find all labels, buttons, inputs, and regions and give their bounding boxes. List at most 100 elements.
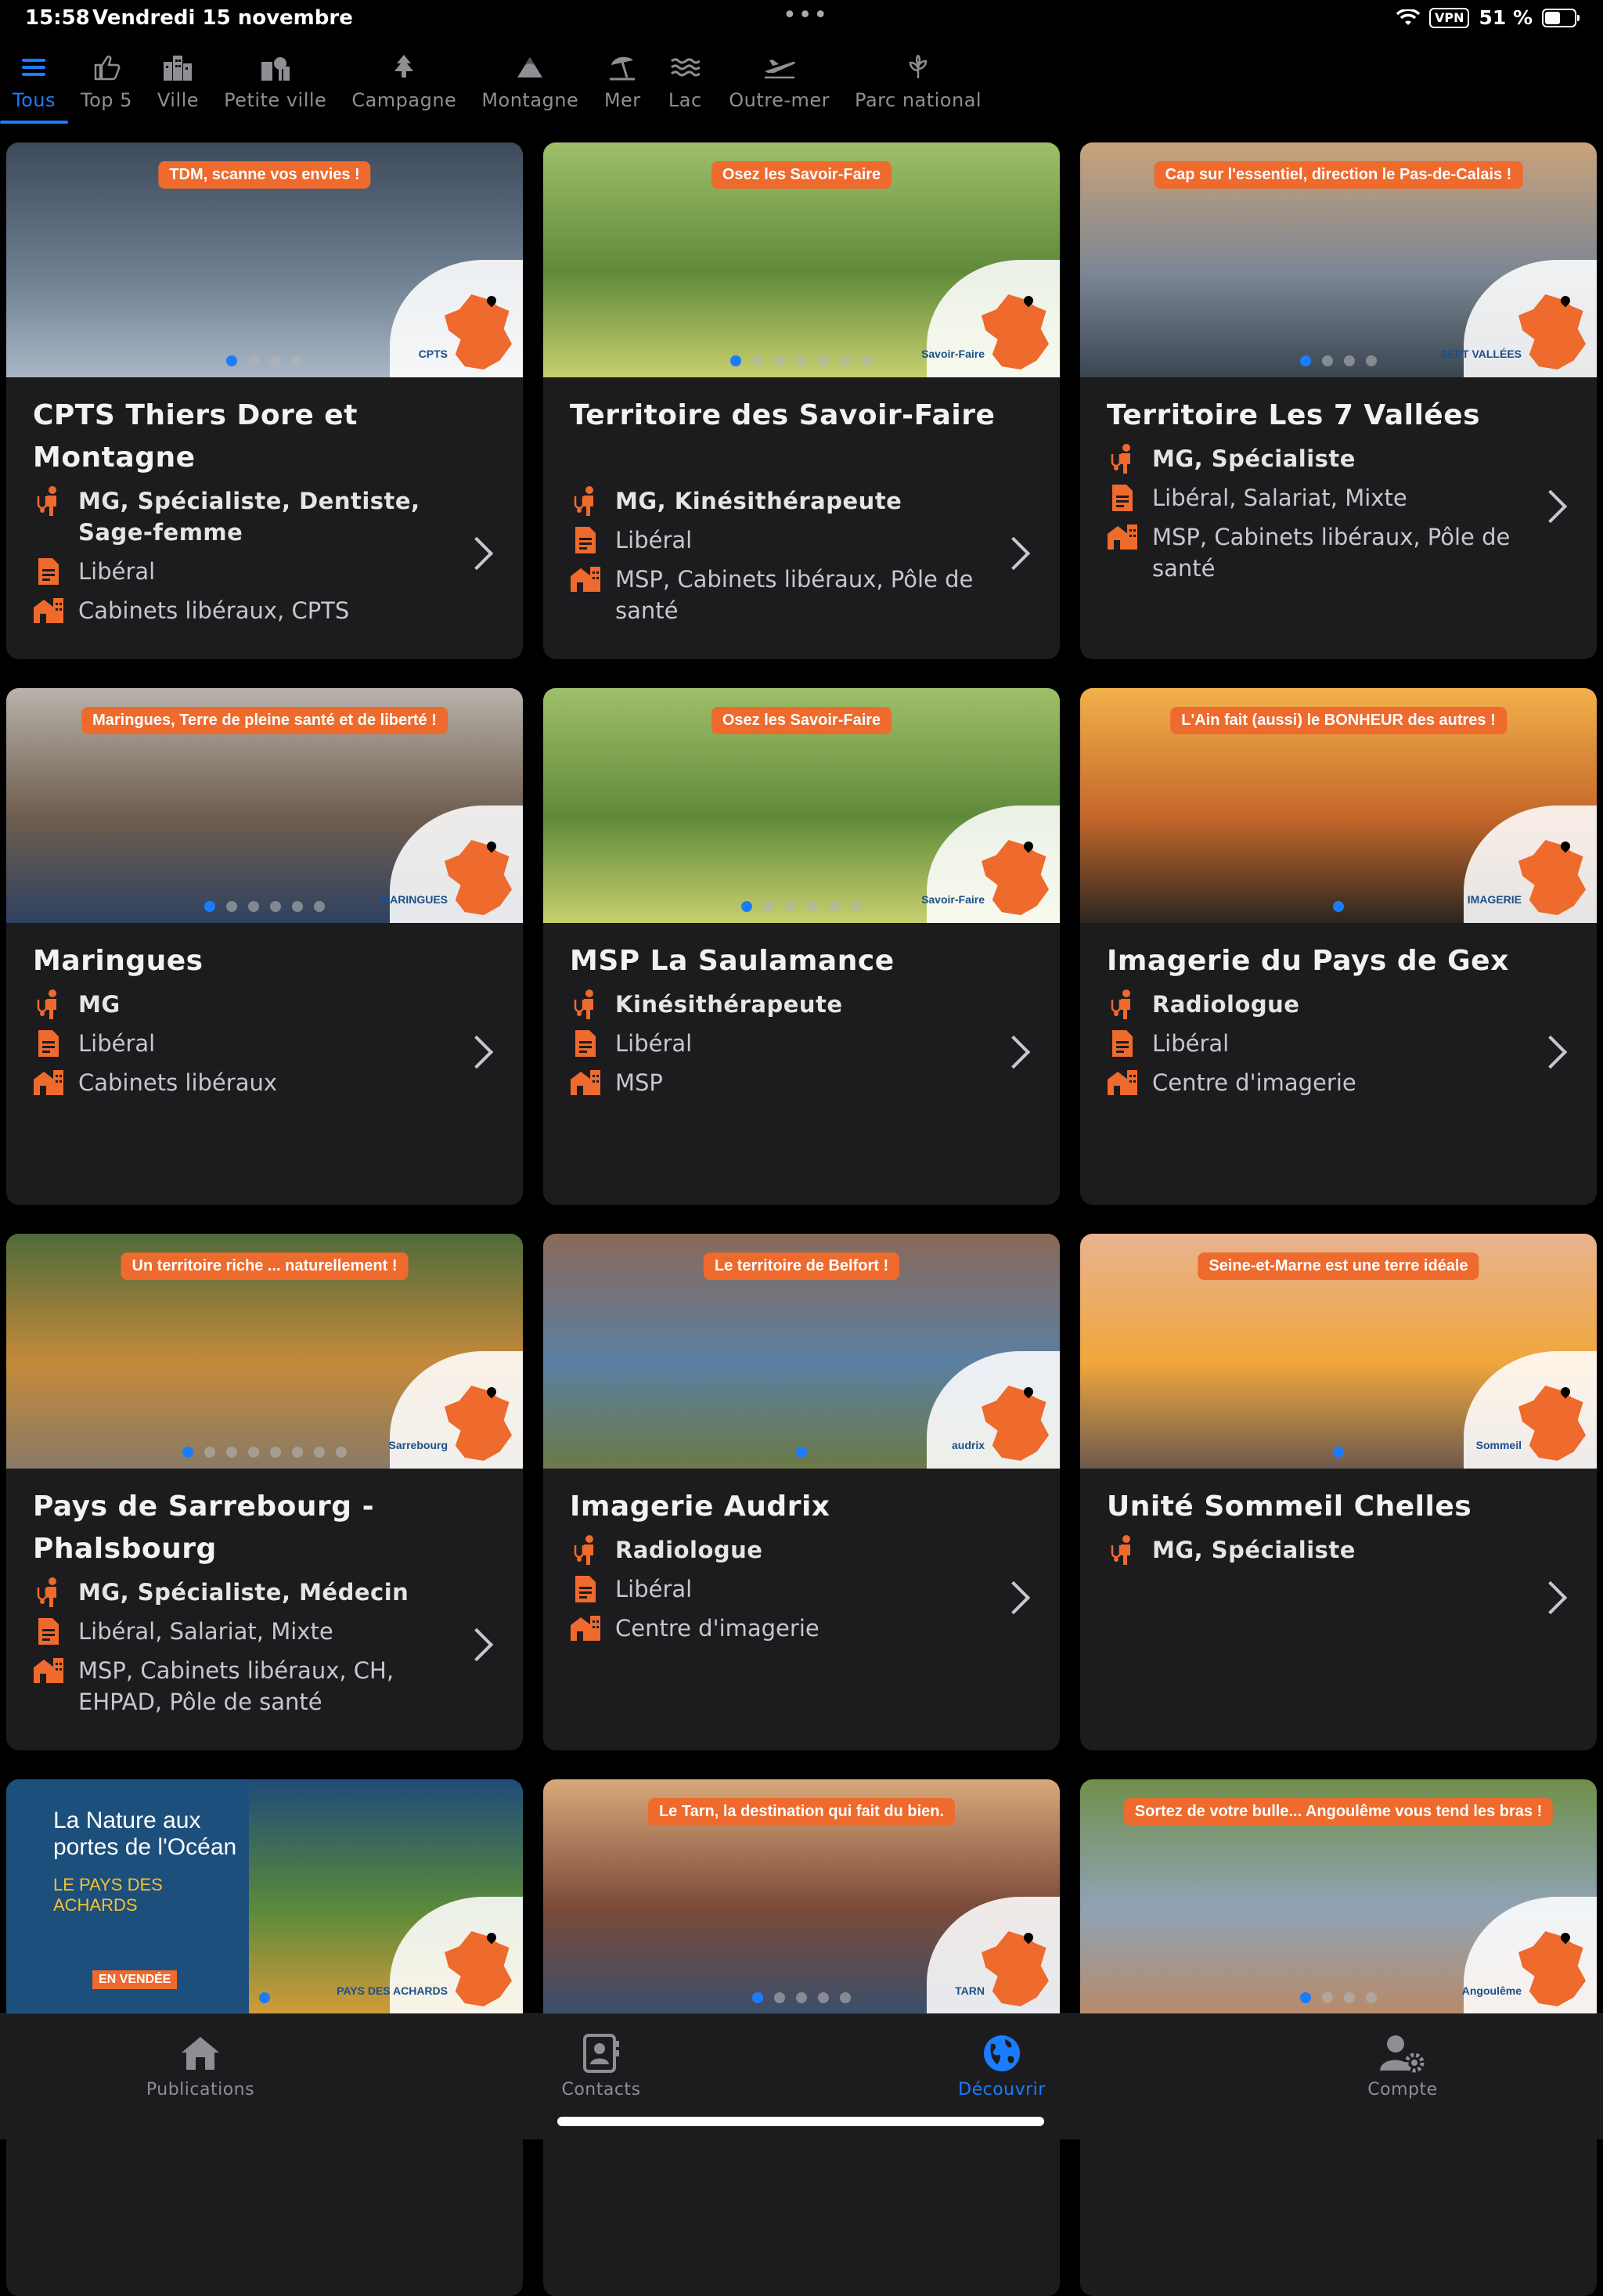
pager-dot[interactable] bbox=[1366, 1992, 1377, 2003]
pager-dot[interactable] bbox=[226, 355, 237, 366]
pager-dot[interactable] bbox=[796, 355, 807, 366]
chevron-right-icon[interactable] bbox=[996, 1581, 1031, 1615]
chevron-right-icon[interactable] bbox=[459, 536, 494, 571]
pager-dot[interactable] bbox=[785, 901, 796, 912]
pager-dot[interactable] bbox=[270, 901, 281, 912]
pager-dot[interactable] bbox=[1300, 355, 1311, 366]
carousel-pager[interactable] bbox=[543, 901, 1060, 912]
pager-dot[interactable] bbox=[730, 355, 741, 366]
pager-dot[interactable] bbox=[204, 901, 215, 912]
carousel-pager[interactable] bbox=[6, 1992, 523, 2003]
home-indicator[interactable] bbox=[557, 2117, 1044, 2126]
pager-dot[interactable] bbox=[818, 355, 829, 366]
carousel-pager[interactable] bbox=[1080, 901, 1597, 912]
territory-card[interactable]: TDM, scanne vos envies ! CPTS CPTS Thiers … bbox=[6, 142, 523, 659]
tabbar-contacts[interactable]: Contacts bbox=[499, 2030, 703, 2100]
card-image[interactable]: Le territoire de Belfort ! audrix bbox=[543, 1234, 1060, 1469]
card-image[interactable]: Osez les Savoir-Faire Savoir-Faire bbox=[543, 688, 1060, 923]
pager-dot[interactable] bbox=[818, 1992, 829, 2003]
tab-parc-national[interactable]: Parc national bbox=[842, 44, 994, 124]
card-image[interactable]: Un territoire riche ... naturellement ! S… bbox=[6, 1234, 523, 1469]
chevron-right-icon[interactable] bbox=[996, 536, 1031, 571]
territory-card[interactable]: Un territoire riche ... naturellement ! S… bbox=[6, 1234, 523, 1750]
card-image[interactable]: Seine-et-Marne est une terre idéale Somme… bbox=[1080, 1234, 1597, 1469]
multitasking-dots-icon[interactable]: ••• bbox=[783, 2, 829, 29]
tab-petite-ville[interactable]: Petite ville bbox=[211, 44, 339, 124]
pager-dot[interactable] bbox=[1344, 1992, 1355, 2003]
pager-dot[interactable] bbox=[314, 901, 325, 912]
pager-dot[interactable] bbox=[336, 1447, 347, 1458]
pager-dot[interactable] bbox=[226, 901, 237, 912]
carousel-pager[interactable] bbox=[6, 355, 523, 366]
card-image[interactable]: Sortez de votre bulle... Angoulême vous … bbox=[1080, 1779, 1597, 2014]
pager-dot[interactable] bbox=[840, 1992, 851, 2003]
carousel-pager[interactable] bbox=[543, 1447, 1060, 1458]
pager-dot[interactable] bbox=[182, 1447, 193, 1458]
tabbar-decouvrir[interactable]: Découvrir bbox=[900, 2030, 1104, 2100]
pager-dot[interactable] bbox=[292, 1447, 303, 1458]
tab-tous[interactable]: Tous bbox=[0, 44, 68, 124]
chevron-right-icon[interactable] bbox=[459, 1627, 494, 1662]
chevron-right-icon[interactable] bbox=[459, 1035, 494, 1069]
carousel-pager[interactable] bbox=[1080, 1992, 1597, 2003]
pager-dot[interactable] bbox=[862, 355, 873, 366]
pager-dot[interactable] bbox=[774, 1992, 785, 2003]
pager-dot[interactable] bbox=[752, 1992, 763, 2003]
chevron-right-icon[interactable] bbox=[1533, 1035, 1568, 1069]
pager-dot[interactable] bbox=[292, 901, 303, 912]
pager-dot[interactable] bbox=[1333, 1447, 1344, 1458]
tabbar-compte[interactable]: Compte bbox=[1301, 2030, 1504, 2100]
territory-card[interactable]: Cap sur l'essentiel, direction le Pas-de… bbox=[1080, 142, 1597, 659]
pager-dot[interactable] bbox=[851, 901, 862, 912]
pager-dot[interactable] bbox=[292, 355, 303, 366]
pager-dot[interactable] bbox=[248, 355, 259, 366]
carousel-pager[interactable] bbox=[6, 1447, 523, 1458]
territory-card[interactable]: Osez les Savoir-Faire Savoir-Faire Territo… bbox=[543, 142, 1060, 659]
chevron-right-icon[interactable] bbox=[1533, 1581, 1568, 1615]
carousel-pager[interactable] bbox=[1080, 355, 1597, 366]
chevron-right-icon[interactable] bbox=[996, 1035, 1031, 1069]
pager-dot[interactable] bbox=[1366, 355, 1377, 366]
tab-lac[interactable]: Lac bbox=[654, 44, 716, 124]
card-image[interactable]: TDM, scanne vos envies ! CPTS bbox=[6, 142, 523, 377]
tab-montagne[interactable]: Montagne bbox=[469, 44, 591, 124]
pager-dot[interactable] bbox=[1300, 1992, 1311, 2003]
tab-top-5[interactable]: Top 5 bbox=[68, 44, 145, 124]
territory-card[interactable]: Osez les Savoir-Faire Savoir-Faire MSP La … bbox=[543, 688, 1060, 1205]
pager-dot[interactable] bbox=[314, 1447, 325, 1458]
pager-dot[interactable] bbox=[270, 1447, 281, 1458]
pager-dot[interactable] bbox=[1322, 1992, 1333, 2003]
tab-campagne[interactable]: Campagne bbox=[339, 44, 469, 124]
tabbar-publications[interactable]: Publications bbox=[99, 2030, 302, 2100]
pager-dot[interactable] bbox=[796, 1992, 807, 2003]
pager-dot[interactable] bbox=[774, 355, 785, 366]
pager-dot[interactable] bbox=[259, 1992, 270, 2003]
pager-dot[interactable] bbox=[226, 1447, 237, 1458]
tab-ville[interactable]: Ville bbox=[145, 44, 211, 124]
carousel-pager[interactable] bbox=[543, 1992, 1060, 2003]
card-image[interactable]: Maringues, Terre de pleine santé et de l… bbox=[6, 688, 523, 923]
pager-dot[interactable] bbox=[829, 901, 840, 912]
pager-dot[interactable] bbox=[204, 1447, 215, 1458]
pager-dot[interactable] bbox=[840, 355, 851, 366]
card-image[interactable]: Le Tarn, la destination qui fait du bien… bbox=[543, 1779, 1060, 2014]
pager-dot[interactable] bbox=[248, 901, 259, 912]
pager-dot[interactable] bbox=[796, 1447, 807, 1458]
pager-dot[interactable] bbox=[752, 355, 763, 366]
carousel-pager[interactable] bbox=[1080, 1447, 1597, 1458]
chevron-right-icon[interactable] bbox=[1533, 489, 1568, 524]
territory-card[interactable]: Seine-et-Marne est une terre idéale Somme… bbox=[1080, 1234, 1597, 1750]
pager-dot[interactable] bbox=[1344, 355, 1355, 366]
territory-card[interactable]: Maringues, Terre de pleine santé et de l… bbox=[6, 688, 523, 1205]
card-image[interactable]: La Nature aux portes de l'Océan LE PAYS DE… bbox=[6, 1779, 523, 2014]
pager-dot[interactable] bbox=[741, 901, 752, 912]
pager-dot[interactable] bbox=[807, 901, 818, 912]
pager-dot[interactable] bbox=[1322, 355, 1333, 366]
card-image[interactable]: L'Ain fait (aussi) le BONHEUR des autres… bbox=[1080, 688, 1597, 923]
pager-dot[interactable] bbox=[248, 1447, 259, 1458]
pager-dot[interactable] bbox=[270, 355, 281, 366]
territory-card[interactable]: L'Ain fait (aussi) le BONHEUR des autres… bbox=[1080, 688, 1597, 1205]
carousel-pager[interactable] bbox=[543, 355, 1060, 366]
pager-dot[interactable] bbox=[1333, 901, 1344, 912]
tab-outre-mer[interactable]: Outre-mer bbox=[716, 44, 842, 124]
